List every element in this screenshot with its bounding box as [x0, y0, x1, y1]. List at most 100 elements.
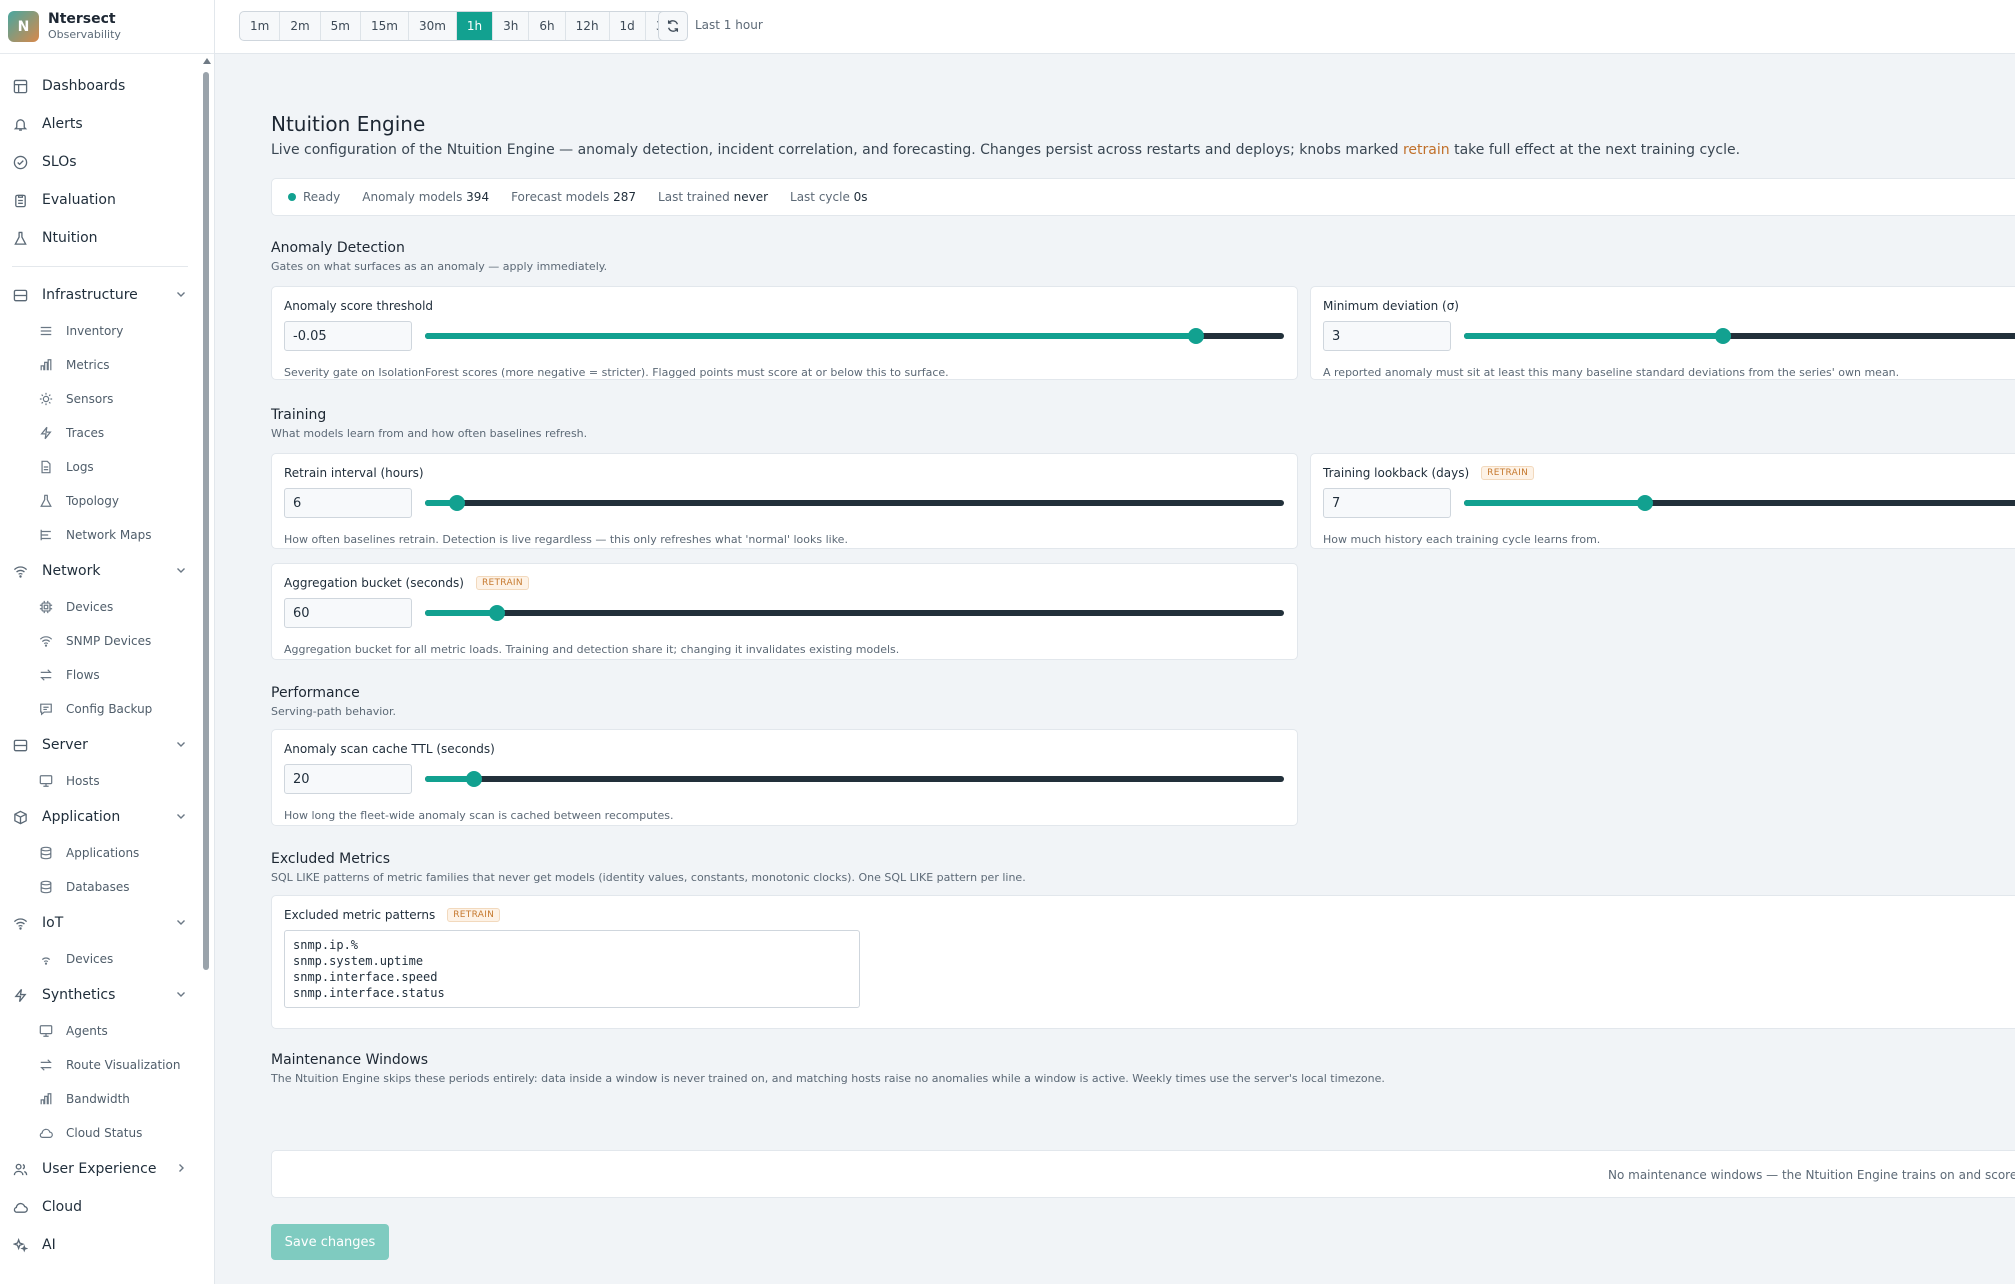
- sidebar-item-devices[interactable]: Devices: [0, 590, 200, 624]
- chevron-right-icon[interactable]: [174, 1161, 188, 1175]
- nav-label: IoT: [42, 915, 64, 931]
- min-deviation-input[interactable]: 3: [1323, 321, 1451, 351]
- nav-group-synthetics[interactable]: Synthetics: [0, 976, 200, 1014]
- sidebar-item-databases[interactable]: Databases: [0, 870, 200, 904]
- time-range-15m[interactable]: 15m: [361, 12, 409, 40]
- sidebar-item-logs[interactable]: Logs: [0, 450, 200, 484]
- score-threshold-input[interactable]: -0.05: [284, 321, 412, 351]
- nav-alerts[interactable]: Alerts: [0, 105, 200, 143]
- chevron-down-icon[interactable]: [174, 915, 188, 929]
- sub-label: Route Visualization: [66, 1058, 181, 1072]
- sub-label: Applications: [66, 846, 140, 860]
- time-range-1d[interactable]: 1d: [610, 12, 646, 40]
- bucket-slider[interactable]: [425, 605, 1284, 621]
- chevron-down-icon[interactable]: [174, 287, 188, 301]
- lookback-slider[interactable]: [1464, 495, 2015, 511]
- time-range-3h[interactable]: 3h: [493, 12, 530, 40]
- sidebar-item-flows[interactable]: Flows: [0, 658, 200, 692]
- time-range-12h[interactable]: 12h: [566, 12, 610, 40]
- bell-icon: [12, 116, 29, 133]
- chevron-down-icon[interactable]: [174, 987, 188, 1001]
- slider-thumb[interactable]: [1187, 328, 1204, 344]
- sun-icon: [38, 392, 53, 407]
- sub-label: Devices: [66, 600, 114, 614]
- nav-ai[interactable]: AI: [0, 1226, 200, 1264]
- time-range-30m[interactable]: 30m: [409, 12, 457, 40]
- time-range-5m[interactable]: 5m: [321, 12, 361, 40]
- tree-icon: [38, 528, 53, 543]
- box-icon: [12, 809, 29, 826]
- knob-help: How long the fleet-wide anomaly scan is …: [284, 809, 674, 822]
- retrain-interval-slider[interactable]: [425, 495, 1284, 511]
- sidebar-item-snmp-devices[interactable]: SNMP Devices: [0, 624, 200, 658]
- arrows-icon: [38, 668, 53, 683]
- nav-ntuition[interactable]: Ntuition: [0, 219, 200, 257]
- sidebar-item-agents[interactable]: Agents: [0, 1014, 200, 1048]
- slider-thumb[interactable]: [1637, 495, 1654, 511]
- knob-card-score-threshold: Anomaly score threshold -0.05 Severity g…: [271, 286, 1298, 380]
- bar-chart-icon: [38, 358, 53, 373]
- time-range-6h[interactable]: 6h: [529, 12, 566, 40]
- check-circle-icon: [12, 154, 29, 171]
- chevron-down-icon[interactable]: [174, 737, 188, 751]
- sidebar-item-applications[interactable]: Applications: [0, 836, 200, 870]
- sidebar-item-iot-devices[interactable]: Devices: [0, 942, 200, 976]
- lookback-input[interactable]: 7: [1323, 488, 1451, 518]
- sidebar-item-cloud-status[interactable]: Cloud Status: [0, 1116, 200, 1150]
- nav-group-server[interactable]: Server: [0, 726, 200, 764]
- retrain-interval-input[interactable]: 6: [284, 488, 412, 518]
- slider-thumb[interactable]: [448, 495, 465, 511]
- sidebar-item-sensors[interactable]: Sensors: [0, 382, 200, 416]
- nav-group-iot[interactable]: IoT: [0, 904, 200, 942]
- nav-slos[interactable]: SLOs: [0, 143, 200, 181]
- time-range-2m[interactable]: 2m: [280, 12, 321, 40]
- nav-label: Alerts: [42, 116, 83, 132]
- score-threshold-slider[interactable]: [425, 328, 1284, 344]
- slider-thumb[interactable]: [1715, 328, 1732, 344]
- min-deviation-slider[interactable]: [1464, 328, 2015, 344]
- scroll-up-arrow[interactable]: [203, 58, 211, 64]
- wifi-icon: [38, 952, 53, 967]
- brand[interactable]: N Ntersect Observability: [0, 0, 214, 54]
- sparkles-icon: [12, 1237, 29, 1254]
- cache-ttl-input[interactable]: 20: [284, 764, 412, 794]
- empty-state-text: No maintenance windows — the Ntuition En…: [1608, 1168, 2015, 1182]
- nav-evaluation[interactable]: Evaluation: [0, 181, 200, 219]
- refresh-button[interactable]: [658, 11, 688, 41]
- nav-label: SLOs: [42, 154, 77, 170]
- sidebar-item-route-visualization[interactable]: Route Visualization: [0, 1048, 200, 1082]
- slider-thumb[interactable]: [489, 605, 506, 621]
- slider-thumb[interactable]: [465, 771, 482, 787]
- sidebar-scrollbar[interactable]: [203, 72, 209, 970]
- nav-group-network[interactable]: Network: [0, 552, 200, 590]
- sidebar-item-hosts[interactable]: Hosts: [0, 764, 200, 798]
- sidebar-item-network-maps[interactable]: Network Maps: [0, 518, 200, 552]
- nav-group-infrastructure[interactable]: Infrastructure: [0, 276, 200, 314]
- save-button[interactable]: Save changes: [271, 1224, 389, 1260]
- excluded-patterns-textarea[interactable]: snmp.ip.% snmp.system.uptime snmp.interf…: [284, 930, 860, 1008]
- sidebar-item-inventory[interactable]: Inventory: [0, 314, 200, 348]
- bucket-input[interactable]: 60: [284, 598, 412, 628]
- sidebar-item-bandwidth[interactable]: Bandwidth: [0, 1082, 200, 1116]
- nav-group-application[interactable]: Application: [0, 798, 200, 836]
- nav-cloud[interactable]: Cloud: [0, 1188, 200, 1226]
- time-range-1m[interactable]: 1m: [240, 12, 281, 40]
- sidebar-item-topology[interactable]: Topology: [0, 484, 200, 518]
- knob-help: A reported anomaly must sit at least thi…: [1323, 366, 1900, 379]
- chevron-down-icon[interactable]: [174, 563, 188, 577]
- sub-label: Inventory: [66, 324, 124, 338]
- nav-group-user-experience[interactable]: User Experience: [0, 1150, 200, 1188]
- sub-label: Sensors: [66, 392, 114, 406]
- sub-label: Logs: [66, 460, 94, 474]
- sidebar-item-metrics[interactable]: Metrics: [0, 348, 200, 382]
- nav-label: Cloud: [42, 1199, 82, 1215]
- knob-label: Excluded metric patterns RETRAIN: [284, 908, 501, 922]
- nav-dashboards[interactable]: Dashboards: [0, 67, 200, 105]
- sidebar-item-traces[interactable]: Traces: [0, 416, 200, 450]
- time-range-1h[interactable]: 1h: [456, 12, 494, 40]
- sub-label: Network Maps: [66, 528, 152, 542]
- sidebar-item-config-backup[interactable]: Config Backup: [0, 692, 200, 726]
- cache-ttl-slider[interactable]: [425, 771, 1284, 787]
- nav-label: User Experience: [42, 1161, 157, 1177]
- chevron-down-icon[interactable]: [174, 809, 188, 823]
